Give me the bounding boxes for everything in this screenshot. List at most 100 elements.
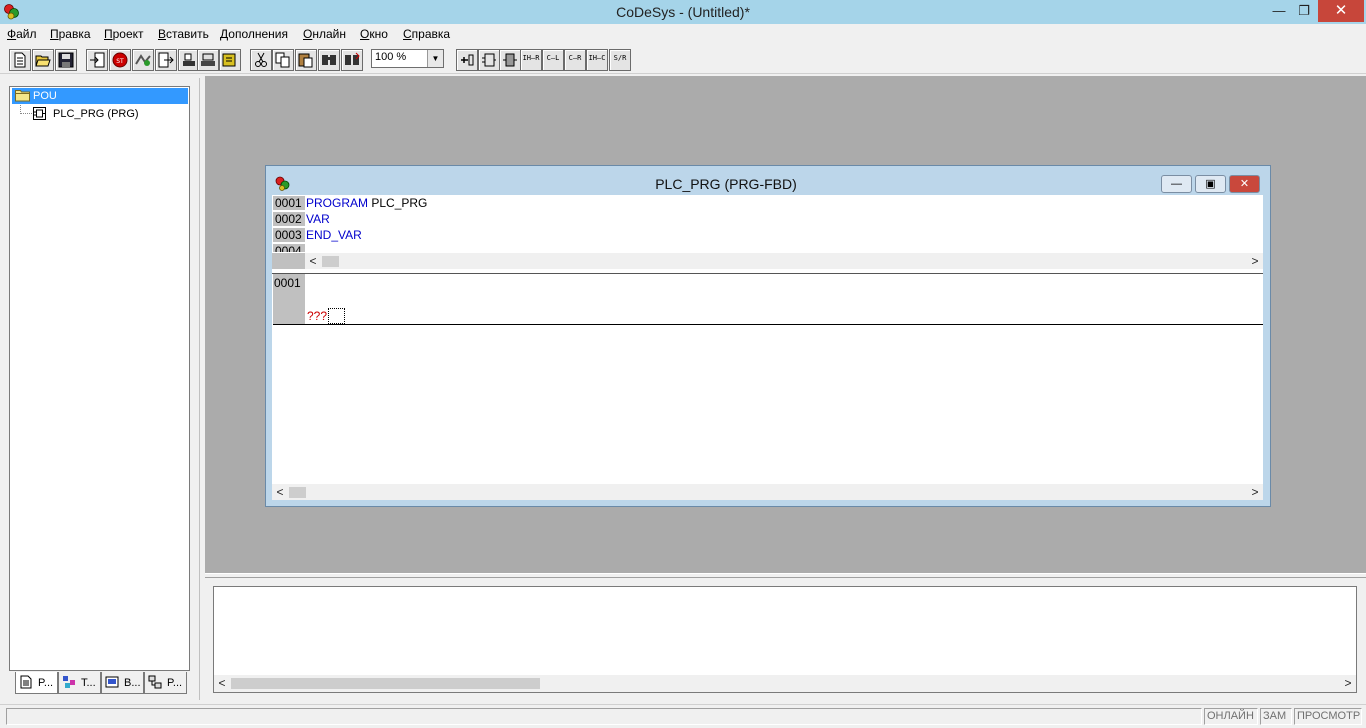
tab-visualizations[interactable]: B... — [101, 672, 144, 694]
find-button[interactable] — [318, 49, 340, 71]
cut-button[interactable] — [250, 49, 272, 71]
close-button[interactable]: ✕ — [1318, 0, 1364, 22]
line-number: 0001 — [273, 196, 305, 211]
set-reset-button[interactable]: S/R — [609, 49, 631, 71]
folder-icon — [15, 90, 30, 102]
write-icon — [222, 53, 236, 67]
object-tree[interactable] — [9, 86, 190, 671]
scrollbar-thumb[interactable] — [289, 487, 306, 498]
network-separator — [305, 324, 1263, 325]
insert-coil-button[interactable]: C—L — [542, 49, 564, 71]
insert-contact-button[interactable]: C—R — [564, 49, 586, 71]
run-button[interactable] — [132, 49, 154, 71]
new-file-icon — [14, 52, 26, 68]
scroll-right-icon[interactable]: > — [1247, 253, 1263, 269]
menu-online[interactable]: Онлайн — [303, 26, 346, 42]
pou-restore-button[interactable]: ▣ — [1195, 175, 1226, 193]
run-icon — [135, 54, 151, 66]
save-button[interactable] — [55, 49, 77, 71]
single-cycle-button[interactable] — [197, 49, 219, 71]
paste-icon — [298, 53, 313, 68]
declaration-horizontal-scrollbar[interactable]: < > — [305, 253, 1263, 269]
pou-window-bottom-border — [272, 500, 1263, 504]
pou-minimize-button[interactable]: — — [1161, 175, 1192, 193]
insert-input-button[interactable]: IH—R — [520, 49, 542, 71]
code-line[interactable]: PROGRAM PLC_PRG — [306, 196, 427, 211]
window-title: CoDeSys - (Untitled)* — [616, 4, 750, 20]
scroll-left-icon[interactable]: < — [272, 484, 288, 500]
scroll-right-icon[interactable]: > — [1340, 675, 1356, 691]
scrollbar-thumb[interactable] — [322, 256, 339, 267]
data-types-icon — [63, 676, 75, 688]
message-horizontal-scrollbar[interactable]: < > — [214, 675, 1356, 692]
fbd-horizontal-scrollbar[interactable]: < > — [272, 484, 1263, 500]
maximize-button[interactable]: ❐ — [1292, 0, 1316, 22]
program-icon — [33, 107, 46, 120]
resources-icon — [148, 675, 162, 689]
insert-output-button[interactable]: IH—C — [586, 49, 608, 71]
copy-icon — [275, 52, 290, 68]
toolbar: ST IH—R C—L C—R IH—C S/R — [0, 44, 1366, 74]
menu-insert[interactable]: Вставить — [158, 26, 209, 42]
svg-text:ST: ST — [116, 58, 124, 65]
pou-window-title: PLC_PRG (PRG-FBD) — [655, 176, 797, 192]
login-button[interactable] — [86, 49, 108, 71]
document-icon — [20, 675, 32, 689]
binoculars-next-icon — [345, 52, 360, 65]
line-number: 0003 — [273, 228, 305, 243]
code-line[interactable]: END_VAR — [306, 228, 362, 243]
zoom-select[interactable]: 100 % ▼ — [371, 49, 444, 68]
open-folder-icon — [35, 55, 51, 67]
tab-data-types[interactable]: T... — [58, 672, 101, 694]
code-line[interactable]: VAR — [306, 212, 330, 227]
floppy-disk-icon — [58, 52, 74, 68]
logout-icon — [158, 52, 174, 68]
stop-button[interactable]: ST — [109, 49, 131, 71]
find-next-button[interactable] — [341, 49, 363, 71]
network-separator — [273, 324, 305, 325]
pou-close-button[interactable]: ✕ — [1229, 175, 1260, 193]
network-after-icon — [461, 54, 474, 66]
line-number: 0004 — [273, 244, 305, 253]
tab-resources[interactable]: P... — [144, 672, 187, 694]
scroll-right-icon[interactable]: > — [1247, 484, 1263, 500]
write-values-button[interactable] — [219, 49, 241, 71]
stop-sign-icon: ST — [112, 52, 128, 68]
copy-button[interactable] — [272, 49, 294, 71]
scrollbar-thumb[interactable] — [231, 678, 540, 689]
binoculars-icon — [322, 55, 336, 65]
insert-box-button[interactable] — [478, 49, 500, 71]
menu-extras[interactable]: Дополнения — [220, 26, 288, 42]
menu-help[interactable]: Справка — [403, 26, 450, 42]
tree-connector-horizontal — [20, 113, 32, 114]
minimize-button[interactable]: — — [1267, 0, 1291, 22]
menu-edit[interactable]: Правка — [50, 26, 91, 42]
menu-file[interactable]: Файл — [7, 26, 37, 42]
scroll-left-icon[interactable]: < — [305, 253, 321, 269]
logout-button[interactable] — [155, 49, 177, 71]
tab-pous[interactable]: P... — [15, 672, 58, 694]
fbd-insert-marker[interactable] — [328, 308, 345, 324]
status-overwrite: ЗАМ — [1260, 708, 1292, 725]
block-icon — [503, 53, 517, 67]
open-file-button[interactable] — [32, 49, 54, 71]
step-icon — [183, 53, 195, 66]
menu-window[interactable]: Окно — [360, 26, 388, 42]
chevron-down-icon[interactable]: ▼ — [427, 50, 443, 67]
scroll-left-icon[interactable]: < — [214, 675, 230, 691]
tree-item-plc-prg[interactable]: PLC_PRG (PRG) — [53, 106, 139, 122]
insert-network-after-button[interactable] — [456, 49, 478, 71]
tree-root-label[interactable]: POU — [33, 88, 57, 104]
insert-block-button[interactable] — [499, 49, 521, 71]
new-file-button[interactable] — [9, 49, 31, 71]
menu-project[interactable]: Проект — [104, 26, 144, 42]
status-message-cell — [6, 708, 1202, 725]
fbd-editor[interactable] — [272, 274, 1263, 484]
line-number-gutter — [272, 253, 305, 269]
fbd-placeholder-text[interactable]: ??? — [307, 309, 327, 323]
visualization-icon — [105, 676, 119, 688]
network-number: 0001 — [274, 276, 301, 290]
scissors-icon — [255, 52, 267, 67]
cycle-icon — [201, 53, 215, 66]
paste-button[interactable] — [295, 49, 317, 71]
